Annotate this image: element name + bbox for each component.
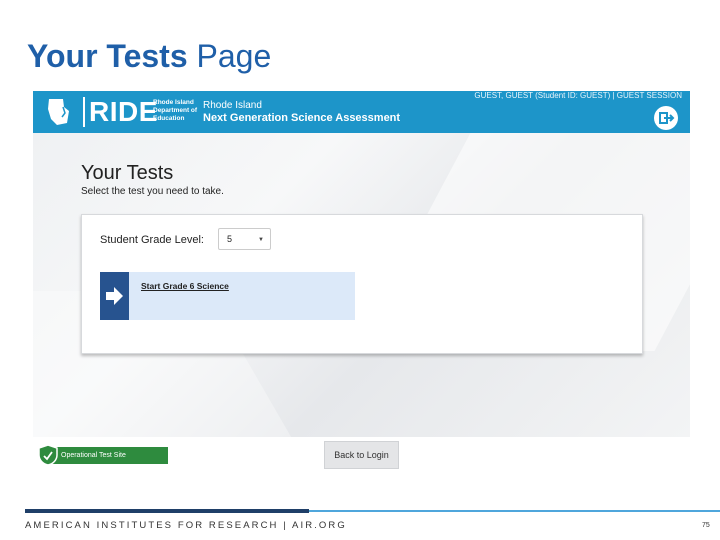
test-arrow-box [100, 272, 129, 320]
header-divider [83, 97, 85, 127]
ride-header: RIDE Rhode Island Department of Educatio… [33, 91, 690, 133]
back-to-login-button[interactable]: Back to Login [324, 441, 399, 469]
start-test-button[interactable]: Start Grade 6 Science [100, 272, 355, 320]
footer-rule-dark [25, 509, 309, 513]
grade-level-select[interactable]: 5 ▼ [218, 228, 271, 250]
page-number: 75 [702, 522, 710, 529]
slide-title: Your Tests Page [27, 38, 271, 75]
footer-rule-light [309, 510, 720, 512]
tests-panel: Student Grade Level: 5 ▼ Start Grade 6 S… [81, 214, 643, 354]
app-screenshot: RIDE Rhode Island Department of Educatio… [33, 91, 690, 437]
page-heading: Your Tests [81, 162, 174, 184]
shield-icon [38, 444, 58, 466]
page-subheading: Select the test you need to take. [81, 186, 224, 197]
ride-logo-text: RIDE [89, 96, 158, 127]
grade-level-label: Student Grade Level: [100, 234, 204, 246]
caret-down-icon: ▼ [258, 237, 264, 243]
assessment-name: Next Generation Science Assessment [203, 112, 401, 124]
guest-session-info: GUEST, GUEST (Student ID: GUEST) | GUEST… [474, 91, 682, 100]
state-name: Rhode Island [203, 100, 262, 111]
slide-title-rest: Page [187, 38, 272, 74]
logout-button[interactable] [654, 106, 678, 130]
grade-level-value: 5 [227, 234, 233, 244]
start-test-label: Start Grade 6 Science [141, 281, 229, 291]
arrow-right-icon [106, 287, 123, 305]
operational-test-site-label: Operational Test Site [61, 452, 126, 459]
logout-icon [659, 112, 675, 124]
slide-title-bold: Your Tests [27, 38, 188, 74]
operational-test-site-badge: Operational Test Site [37, 444, 168, 466]
department-name: Rhode Island Department of Education [153, 99, 198, 122]
rhode-island-map-icon [48, 99, 69, 125]
footer-organization: AMERICAN INSTITUTES FOR RESEARCH | AIR.O… [25, 520, 347, 531]
